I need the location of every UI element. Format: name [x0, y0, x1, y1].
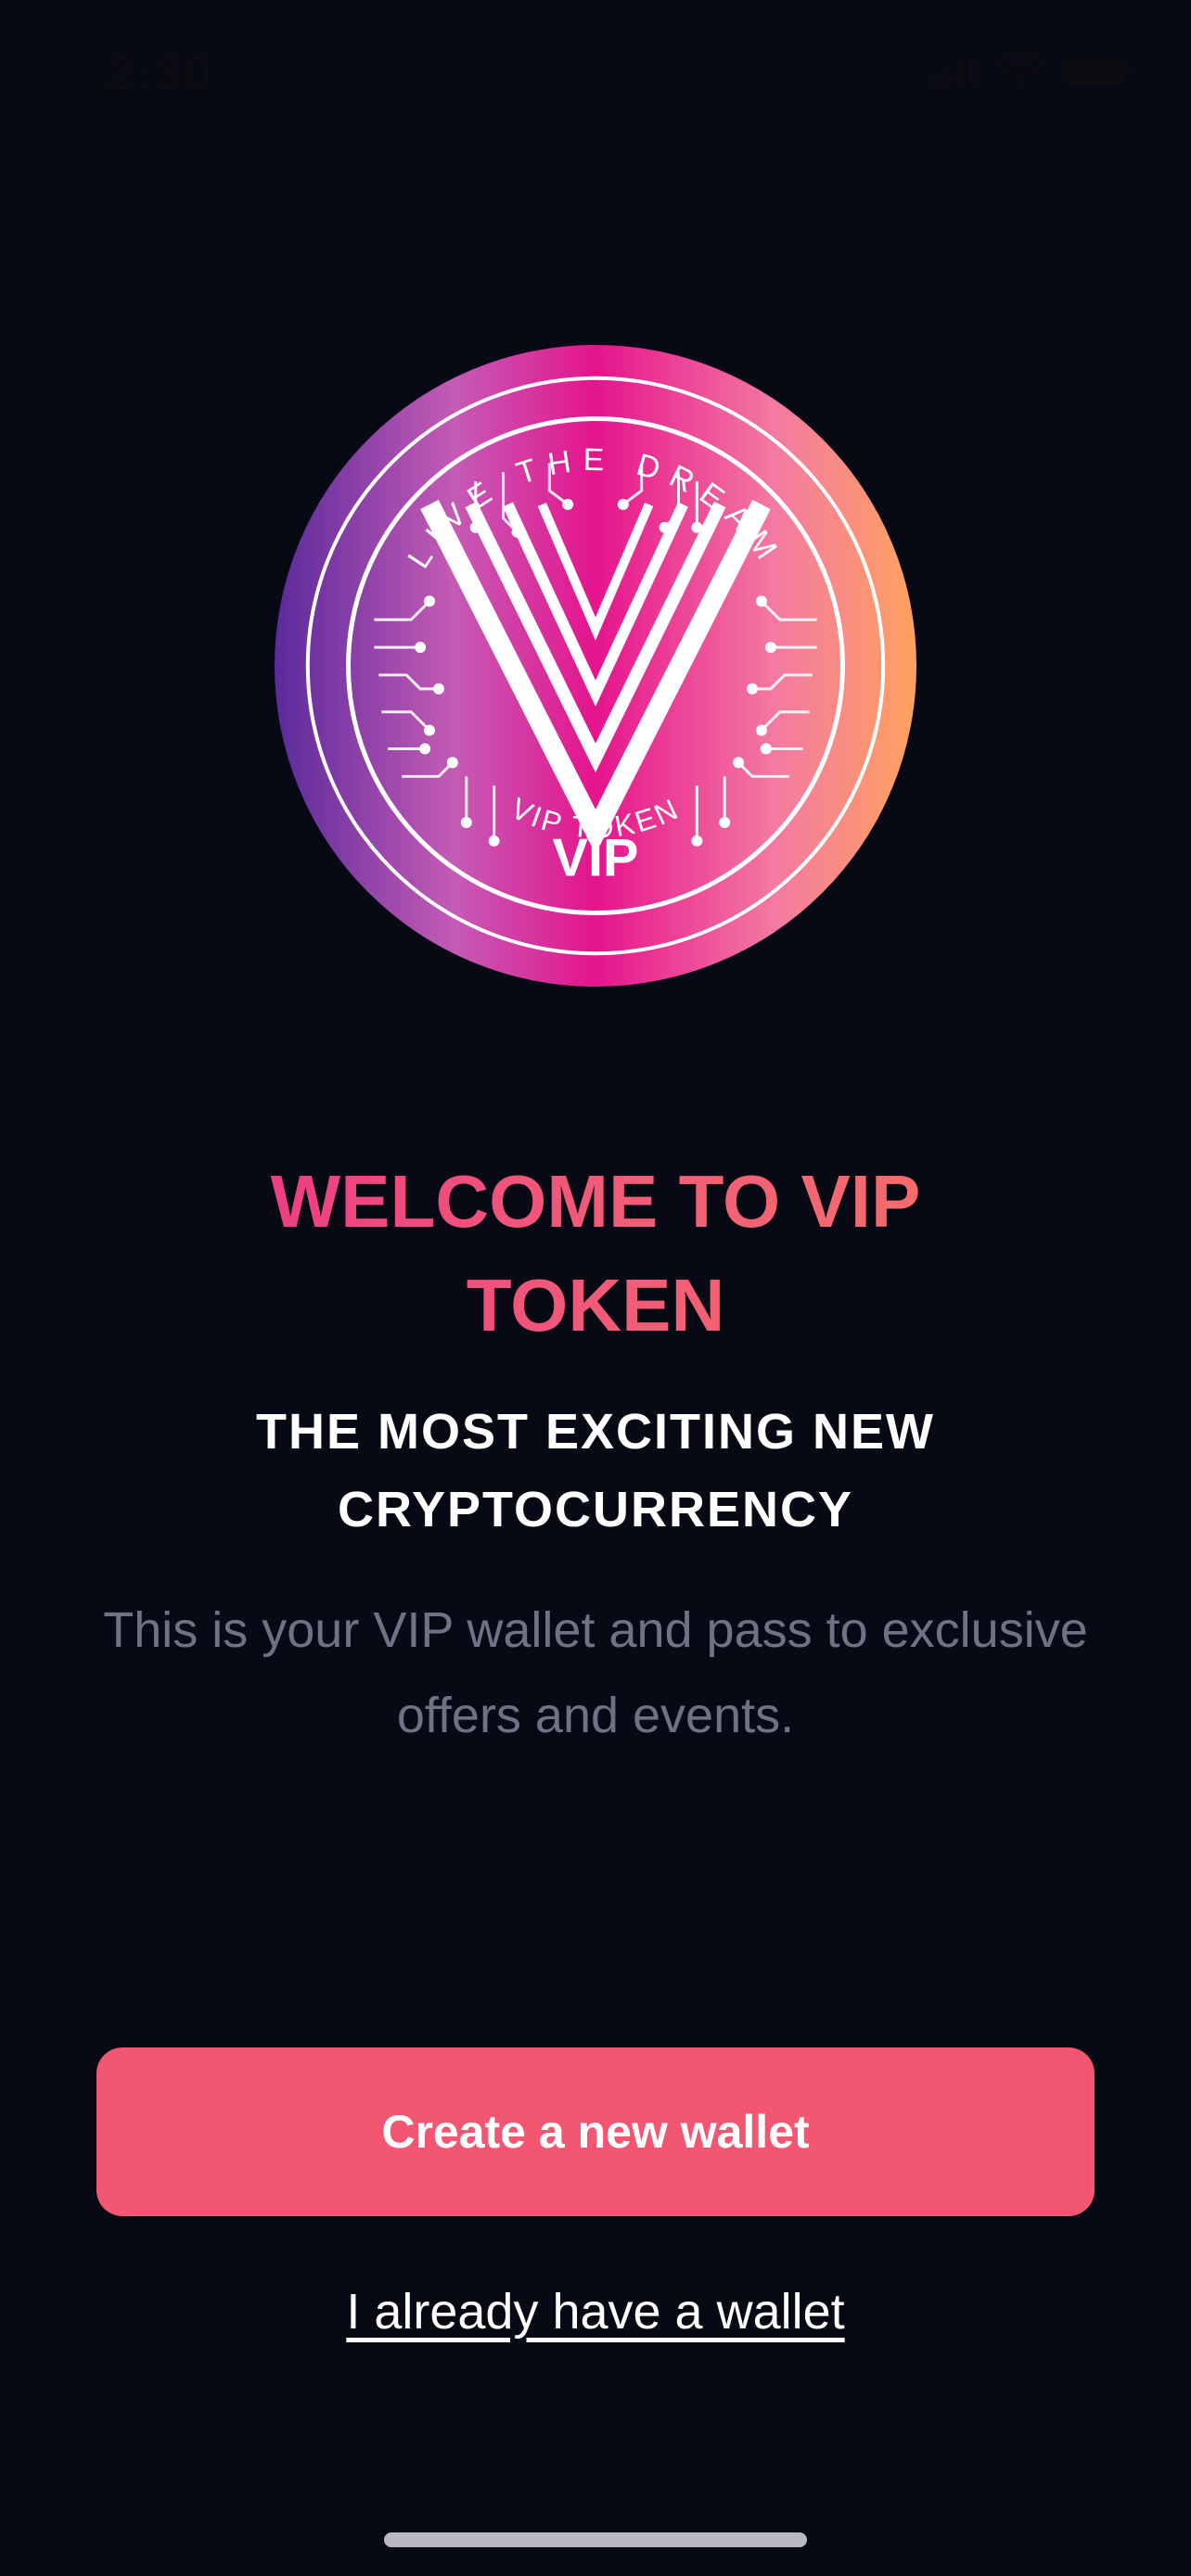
welcome-subtitle: THE MOST EXCITING NEW CRYPTOCURRENCY — [130, 1393, 1061, 1549]
welcome-title-line2: TOKEN — [466, 1264, 725, 1346]
status-time: 2:30 — [106, 44, 214, 102]
welcome-title: WELCOME TO VIP TOKEN — [93, 1150, 1098, 1358]
welcome-description: This is your VIP wallet and pass to excl… — [37, 1588, 1154, 1758]
wifi-icon — [996, 54, 1044, 87]
vip-token-logo: VIP LIVE THE DREAM VIP TOKEN — [274, 344, 917, 988]
welcome-description-line1: This is your VIP wallet and pass to excl… — [103, 1602, 1088, 1658]
existing-wallet-link[interactable]: I already have a wallet — [0, 2283, 1191, 2340]
status-icons — [930, 54, 1131, 89]
create-wallet-button[interactable]: Create a new wallet — [96, 2047, 1095, 2216]
welcome-description-line2: offers and events. — [396, 1688, 795, 1743]
welcome-subtitle-line1: THE MOST EXCITING NEW — [255, 1404, 935, 1460]
signal-icon — [930, 56, 978, 87]
welcome-subtitle-line2: CRYPTOCURRENCY — [337, 1482, 854, 1537]
battery-icon — [1063, 57, 1131, 85]
status-bar: 2:30 — [0, 0, 1191, 148]
home-indicator — [384, 2532, 807, 2547]
welcome-title-line1: WELCOME TO VIP — [270, 1160, 921, 1243]
